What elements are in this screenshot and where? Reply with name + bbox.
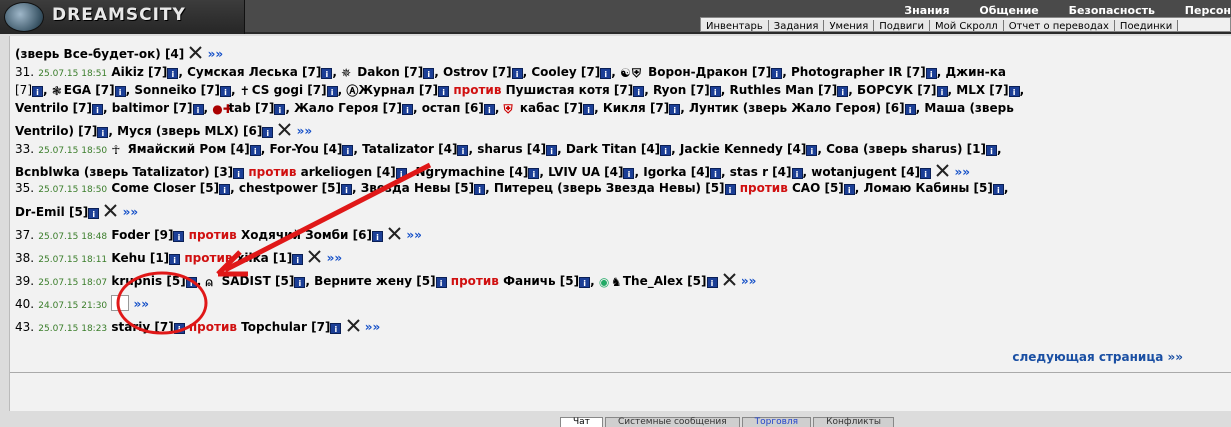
annotation-arrow — [223, 162, 432, 273]
annotation-overlay — [116, 162, 432, 335]
annotation-circle — [116, 271, 208, 335]
